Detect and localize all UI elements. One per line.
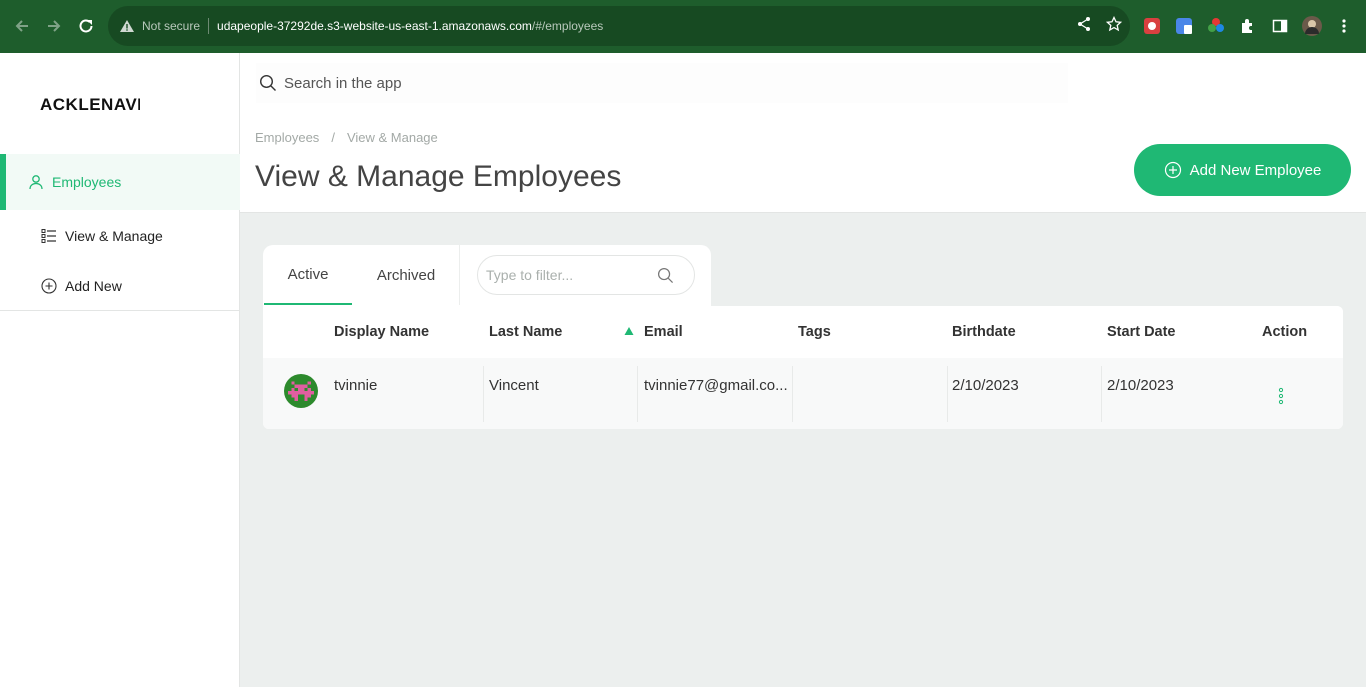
column-header-last-name[interactable]: Last Name	[489, 306, 562, 358]
forward-button[interactable]	[41, 13, 67, 39]
not-secure-label: Not secure	[142, 19, 201, 33]
search-icon	[258, 73, 278, 93]
share-icon[interactable]	[1076, 16, 1092, 37]
tab-active[interactable]: Active	[264, 245, 352, 305]
sidebar-item-label: Add New	[65, 278, 122, 294]
reload-icon	[79, 19, 93, 33]
list-icon	[41, 228, 57, 244]
filter-input[interactable]	[486, 267, 656, 283]
breadcrumb-employees[interactable]: Employees	[255, 130, 319, 145]
color-picker-icon[interactable]	[1206, 16, 1226, 36]
reload-button[interactable]	[73, 13, 99, 39]
tab-divider	[459, 245, 460, 305]
plus-circle-icon	[41, 278, 57, 294]
more-vert-icon[interactable]	[1334, 16, 1354, 36]
cell-divider	[947, 366, 948, 422]
puzzle-icon[interactable]	[1238, 16, 1258, 36]
search-input[interactable]	[284, 74, 984, 92]
extension-icon-1[interactable]	[1142, 16, 1162, 36]
bookmark-star-icon[interactable]	[1105, 15, 1123, 37]
column-header-start-date[interactable]: Start Date	[1107, 306, 1176, 358]
browser-toolbar: Not secure udapeople-37292de.s3-website-…	[0, 0, 1366, 53]
tabs-bar: Active Archived	[263, 245, 711, 307]
address-bar[interactable]: Not secure udapeople-37292de.s3-website-…	[108, 6, 1130, 46]
sidebar-divider	[0, 310, 240, 311]
logo: ACKLENAVENUE	[40, 95, 140, 114]
page-header: Employees / View & Manage View & Manage …	[240, 53, 1366, 213]
cell-divider	[792, 366, 793, 422]
cell-display-name: tvinnie	[334, 376, 378, 394]
add-new-employee-label: Add New Employee	[1189, 161, 1322, 179]
breadcrumb: Employees / View & Manage	[255, 130, 438, 145]
warning-icon	[118, 17, 136, 35]
plus-circle-icon	[1164, 161, 1182, 179]
arrow-right-icon	[48, 20, 61, 32]
url-text: udapeople-37292de.s3-website-us-east-1.a…	[217, 19, 603, 33]
cell-divider	[637, 366, 638, 422]
row-actions-menu[interactable]	[1271, 386, 1291, 406]
breadcrumb-separator: /	[331, 130, 335, 145]
table-row[interactable]: tvinnie Vincent tvinnie77@gmail.co... 2/…	[263, 358, 1343, 429]
profile-avatar-icon[interactable]	[1302, 16, 1322, 36]
tab-archived[interactable]: Archived	[361, 245, 451, 305]
employees-table: Display Name Last Name Email Tags Birthd…	[263, 306, 1343, 429]
sidebar-item-label: Employees	[52, 174, 122, 190]
sidebar-item-label: View & Manage	[65, 228, 163, 244]
tab-label: Archived	[376, 266, 436, 284]
tab-label: Active	[287, 265, 329, 283]
more-vert-icon	[1278, 387, 1284, 405]
back-button[interactable]	[9, 13, 35, 39]
sidebar: ACKLENAVENUE Employees View & Manage Add…	[0, 53, 240, 687]
omnibox-divider	[208, 18, 210, 34]
column-header-display-name[interactable]: Display Name	[334, 306, 429, 358]
url-path: /#/employees	[531, 19, 604, 33]
side-panel-icon[interactable]	[1270, 16, 1290, 36]
sidebar-item-view-manage[interactable]: View & Manage	[0, 220, 240, 252]
column-header-tags[interactable]: Tags	[798, 306, 831, 358]
avatar	[284, 374, 318, 408]
filter-box[interactable]	[477, 255, 695, 295]
column-header-action: Action	[1262, 324, 1308, 340]
arrow-left-icon	[15, 20, 28, 32]
main-content: Active Archived Display Name Last Name E…	[240, 213, 1366, 687]
add-new-employee-button[interactable]: Add New Employee	[1134, 144, 1351, 196]
cell-last-name: Vincent	[489, 376, 539, 394]
cell-start-date: 2/10/2023	[1107, 376, 1174, 394]
sidebar-item-add-new[interactable]: Add New	[0, 270, 240, 302]
column-header-birthdate[interactable]: Birthdate	[952, 306, 1016, 358]
table-header: Display Name Last Name Email Tags Birthd…	[263, 306, 1343, 358]
cell-divider	[483, 366, 484, 422]
breadcrumb-view-manage[interactable]: View & Manage	[347, 130, 438, 145]
url-host: udapeople-37292de.s3-website-us-east-1.a…	[217, 19, 532, 33]
cell-birthdate: 2/10/2023	[952, 376, 1019, 394]
translate-icon[interactable]	[1174, 16, 1194, 36]
app-search[interactable]	[256, 63, 1068, 103]
page-title: View & Manage Employees	[255, 160, 622, 193]
sidebar-item-employees[interactable]: Employees	[0, 154, 240, 210]
user-icon	[28, 174, 44, 190]
cell-email: tvinnie77@gmail.co...	[644, 376, 788, 394]
sort-ascending-icon[interactable]	[624, 326, 634, 336]
cell-divider	[1101, 366, 1102, 422]
search-icon[interactable]	[656, 266, 674, 284]
column-header-email[interactable]: Email	[644, 306, 683, 358]
